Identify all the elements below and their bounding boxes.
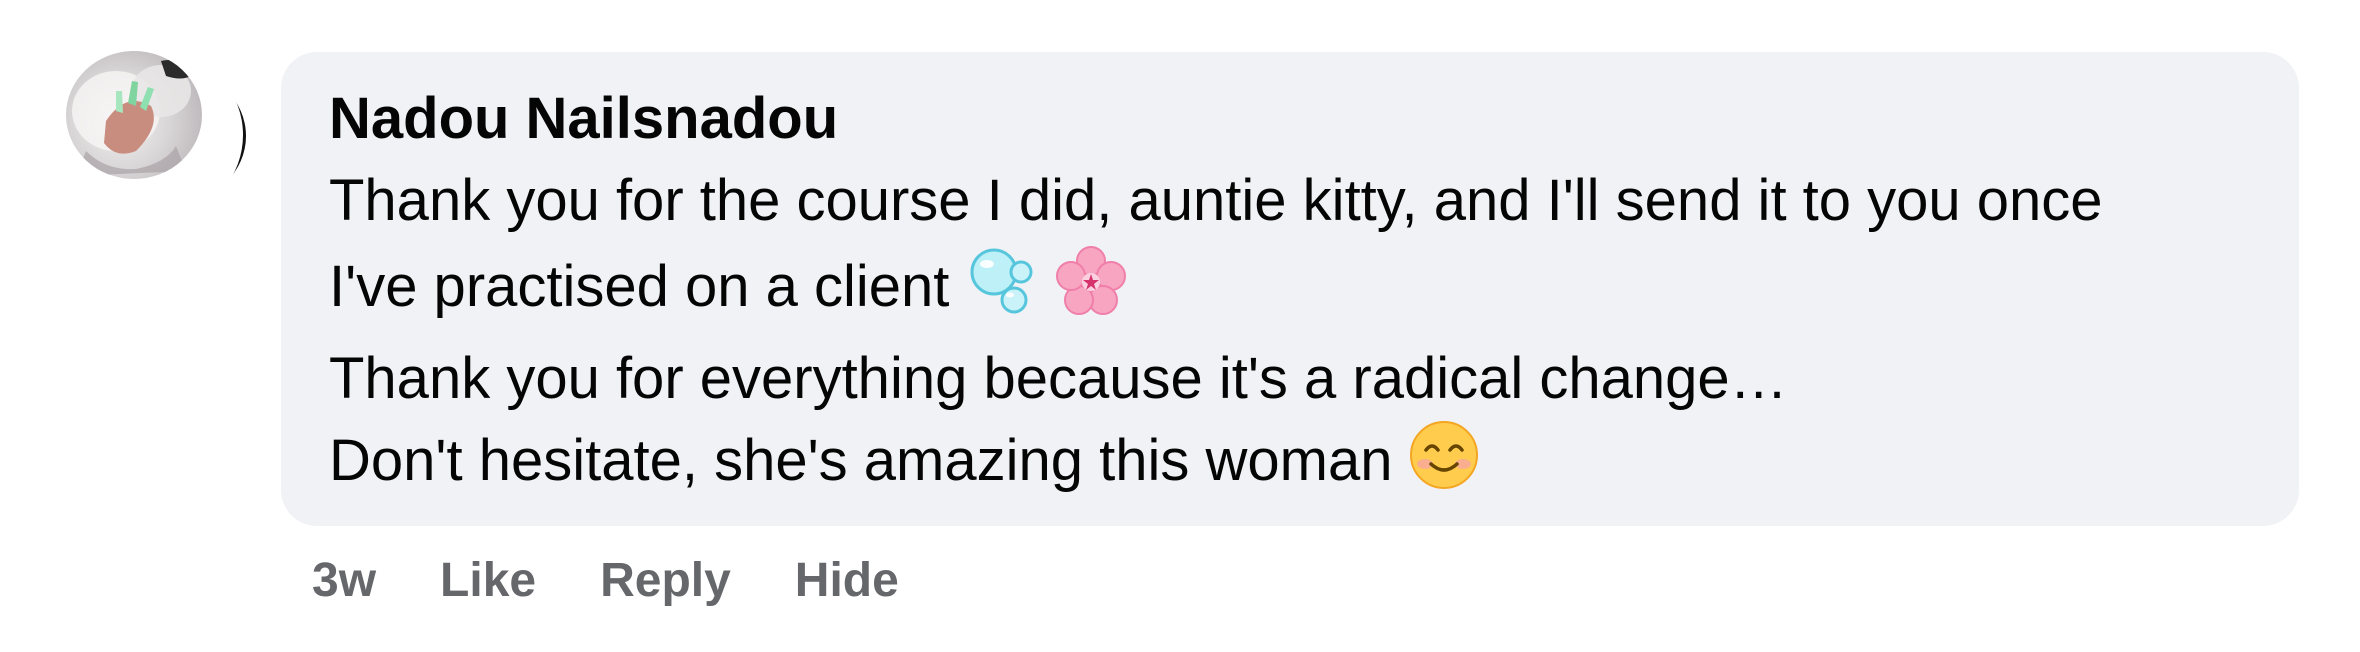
- comment-actions: 3w Like Reply Hide: [312, 545, 963, 615]
- cherry-blossom-icon: [1055, 246, 1126, 338]
- avatar-container[interactable]: [66, 51, 248, 211]
- comment-author[interactable]: Nadou Nailsnadou: [329, 84, 2251, 154]
- reply-button[interactable]: Reply: [600, 553, 731, 608]
- comment-text-line: Thank you for the course I did, auntie k…: [329, 160, 2251, 242]
- bubbles-icon: [966, 242, 1040, 338]
- comment-text: I've practised on a client: [329, 254, 950, 319]
- comment-timestamp[interactable]: 3w: [312, 553, 376, 608]
- avatar-photo: [72, 60, 191, 176]
- avatar[interactable]: [66, 51, 202, 179]
- comment-text: Thank you for the course I did, auntie k…: [329, 168, 2103, 233]
- smiling-face-icon: [1409, 420, 1479, 512]
- comment-text-line: Don't hesitate, she's amazing this woman: [329, 420, 2251, 512]
- comment-text-line: Thank you for everything because it's a …: [329, 338, 2251, 420]
- comment-text: Thank you for everything because it's a …: [329, 346, 1788, 411]
- like-button[interactable]: Like: [440, 553, 536, 608]
- comment-bubble: Nadou Nailsnadou Thank you for the cours…: [281, 52, 2299, 526]
- hide-button[interactable]: Hide: [795, 553, 899, 608]
- comment-text-line: I've practised on a client: [329, 242, 2251, 338]
- comment-text: Don't hesitate, she's amazing this woman: [329, 428, 1393, 493]
- comment: Nadou Nailsnadou Thank you for the cours…: [0, 0, 2360, 652]
